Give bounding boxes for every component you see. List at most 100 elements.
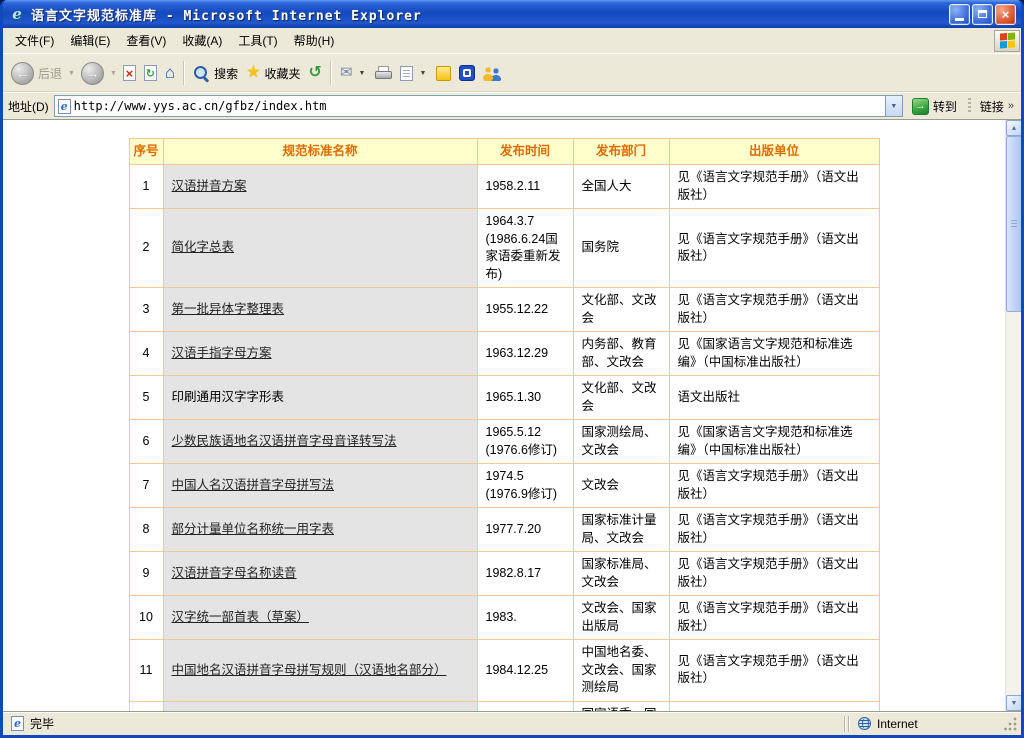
back-label: 后退 xyxy=(38,65,62,82)
links-chevron-icon: » xyxy=(1008,100,1014,112)
back-dropdown-icon[interactable]: ▼ xyxy=(66,70,77,77)
publisher-cell: 见《语言文字规范手册》（语文出版社） xyxy=(669,596,879,640)
history-button[interactable]: ↺ xyxy=(305,62,326,84)
address-dropdown-icon[interactable]: ▼ xyxy=(885,96,902,116)
row-number-cell: 5 xyxy=(129,376,163,420)
publish-dept-cell: 文改会 xyxy=(573,464,669,508)
table-row: 6少数民族语地名汉语拼音字母音译转写法1965.5.12 (1976.6修订)国… xyxy=(129,420,879,464)
home-icon: ⌂ xyxy=(165,65,175,81)
messenger-button[interactable] xyxy=(479,63,506,84)
publisher-cell: 语文出版社 xyxy=(669,376,879,420)
publish-date-cell: 1982.8.17 xyxy=(477,552,573,596)
menu-file[interactable]: 文件(F) xyxy=(7,28,62,53)
standard-buttons-toolbar: ← 后退 ▼ → ▼ × ↻ ⌂ 搜索 ★ 收藏夹 ↺ ✉ xyxy=(3,53,1021,92)
refresh-icon: ↻ xyxy=(144,65,157,81)
standard-link[interactable]: 中国地名汉语拼音字母拼写规则（汉语地名部分） xyxy=(172,663,447,677)
menu-edit[interactable]: 编辑(E) xyxy=(62,28,118,53)
menu-tools[interactable]: 工具(T) xyxy=(230,28,285,53)
app-button[interactable] xyxy=(455,62,479,84)
scrollbar-thumb[interactable] xyxy=(1006,136,1021,312)
col-header-name: 规范标准名称 xyxy=(163,139,477,165)
links-bar[interactable]: 链接 » xyxy=(978,98,1016,115)
edit-button[interactable]: ▼ xyxy=(396,63,432,84)
col-header-dept: 发布部门 xyxy=(573,139,669,165)
publisher-cell: 见《国家语言文字规范和标准选编》（中国标准出版社） xyxy=(669,420,879,464)
search-label: 搜索 xyxy=(214,65,238,82)
go-label: 转到 xyxy=(933,98,957,115)
standard-link[interactable]: 中国人名汉语拼音字母拼写法 xyxy=(172,478,335,492)
publish-date-cell: 1964.3.7 (1986.6.24国家语委重新发布) xyxy=(477,209,573,288)
toolbar-separator xyxy=(183,61,185,85)
history-icon: ↺ xyxy=(309,65,322,81)
forward-icon: → xyxy=(81,62,104,85)
links-grip xyxy=(968,98,971,114)
status-text: 完毕 xyxy=(30,715,54,732)
menu-favorites[interactable]: 收藏(A) xyxy=(174,28,230,53)
windows-logo-icon xyxy=(994,30,1020,52)
publish-dept-cell: 国家标准局、文改会 xyxy=(573,552,669,596)
standard-link[interactable]: 汉语手指字母方案 xyxy=(172,346,272,360)
table-row: 3第一批异体字整理表1955.12.22文化部、文改会见《语言文字规范手册》（语… xyxy=(129,288,879,332)
stop-button[interactable]: × xyxy=(119,62,140,84)
favorites-button[interactable]: ★ 收藏夹 xyxy=(242,62,304,85)
refresh-button[interactable]: ↻ xyxy=(140,62,161,84)
publish-dept-cell: 全国人大 xyxy=(573,165,669,209)
standard-name-cell: 中国人名汉语拼音字母拼写法 xyxy=(163,464,477,508)
back-button[interactable]: ← 后退 xyxy=(7,59,66,88)
table-row: 9汉语拼音字母名称读音1982.8.17国家标准局、文改会见《语言文字规范手册》… xyxy=(129,552,879,596)
maximize-button[interactable] xyxy=(972,4,993,25)
table-header-row: 序号 规范标准名称 发布时间 发布部门 出版单位 xyxy=(129,139,879,165)
resize-grip[interactable] xyxy=(1004,715,1019,733)
vertical-scrollbar[interactable]: ▲ ▼ xyxy=(1005,120,1021,711)
publish-dept-cell: 文改会、国家出版局 xyxy=(573,596,669,640)
window-title: 语言文字规范标准库 - Microsoft Internet Explorer xyxy=(31,5,943,24)
scroll-down-icon[interactable]: ▼ xyxy=(1006,695,1021,711)
scroll-up-icon[interactable]: ▲ xyxy=(1006,120,1021,136)
standard-name-cell: 汉语手指字母方案 xyxy=(163,332,477,376)
standard-name-cell: 汉语拼音字母名称读音 xyxy=(163,552,477,596)
table-row: 7中国人名汉语拼音字母拼写法1974.5 (1976.9修订)文改会见《语言文字… xyxy=(129,464,879,508)
publish-date-cell xyxy=(477,701,573,711)
close-button[interactable]: × xyxy=(995,4,1016,25)
status-divider xyxy=(844,716,846,732)
table-row: 11中国地名汉语拼音字母拼写规则（汉语地名部分）1984.12.25中国地名委、… xyxy=(129,640,879,702)
publisher-cell: 见《语言文字规范手册》（语文出版社） xyxy=(669,552,879,596)
publish-dept-cell: 国务院 xyxy=(573,209,669,288)
publisher-cell: 见《语言文字规范手册》（语文出版社） xyxy=(669,508,879,552)
col-header-date: 发布时间 xyxy=(477,139,573,165)
standard-link[interactable]: 简化字总表 xyxy=(172,240,235,254)
standard-link[interactable]: 汉语拼音方案 xyxy=(172,179,247,193)
standard-link[interactable]: 汉字统一部首表（草案） xyxy=(172,610,310,624)
minimize-button[interactable] xyxy=(949,4,970,25)
row-number-cell: 1 xyxy=(129,165,163,209)
standard-link[interactable]: 部分计量单位名称统一用字表 xyxy=(172,522,335,536)
status-bar: e 完毕 Internet xyxy=(3,711,1021,735)
discuss-button[interactable] xyxy=(432,63,455,84)
menu-view[interactable]: 查看(V) xyxy=(118,28,174,53)
address-input[interactable] xyxy=(71,97,885,115)
publish-date-cell: 1955.12.22 xyxy=(477,288,573,332)
status-divider xyxy=(848,716,850,732)
status-message-pane: e 完毕 xyxy=(7,715,842,733)
forward-dropdown-icon[interactable]: ▼ xyxy=(108,70,119,77)
standard-link[interactable]: 汉语拼音字母名称读音 xyxy=(172,566,297,580)
standard-link[interactable]: 第一批异体字整理表 xyxy=(172,302,285,316)
address-label: 地址(D) xyxy=(8,98,49,115)
web-page: 序号 规范标准名称 发布时间 发布部门 出版单位 1汉语拼音方案1958.2.1… xyxy=(3,120,1005,711)
app-icon xyxy=(459,65,475,81)
back-icon: ← xyxy=(11,62,34,85)
window-controls: × xyxy=(949,4,1016,25)
publisher-cell: 见《语言文字规范手册》（语文出版社） xyxy=(669,464,879,508)
publish-date-cell: 1965.1.30 xyxy=(477,376,573,420)
standard-link[interactable]: 少数民族语地名汉语拼音字母音译转写法 xyxy=(172,434,397,448)
forward-button[interactable]: → xyxy=(77,59,108,88)
mail-button[interactable]: ✉ ▼ xyxy=(336,62,372,84)
home-button[interactable]: ⌂ xyxy=(161,62,179,84)
publish-dept-cell: 国家语委、国 xyxy=(573,701,669,711)
print-button[interactable] xyxy=(371,63,396,84)
go-button[interactable]: → 转到 xyxy=(908,97,961,116)
menu-help[interactable]: 帮助(H) xyxy=(286,28,343,53)
search-button[interactable]: 搜索 xyxy=(189,62,242,85)
table-row: 2简化字总表1964.3.7 (1986.6.24国家语委重新发布)国务院见《语… xyxy=(129,209,879,288)
row-number-cell: 10 xyxy=(129,596,163,640)
